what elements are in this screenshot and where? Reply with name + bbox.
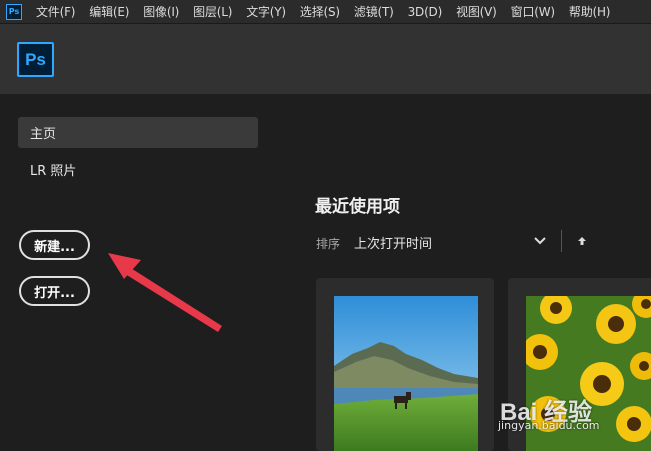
- recent-file-card[interactable]: [316, 278, 494, 451]
- recent-title: 最近使用项: [315, 197, 400, 217]
- sort-divider: [561, 230, 562, 252]
- landscape-thumbnail: [334, 296, 478, 451]
- sort-label: 排序: [316, 237, 341, 251]
- sort-direction-arrow-icon[interactable]: [577, 235, 587, 247]
- baidu-jingyan-watermark: Bai 经验 jingyan.baidu.com: [498, 392, 648, 434]
- watermark-url: jingyan.baidu.com: [498, 419, 600, 432]
- sort-dropdown[interactable]: 上次打开时间: [354, 233, 432, 252]
- chevron-down-icon[interactable]: [533, 236, 547, 246]
